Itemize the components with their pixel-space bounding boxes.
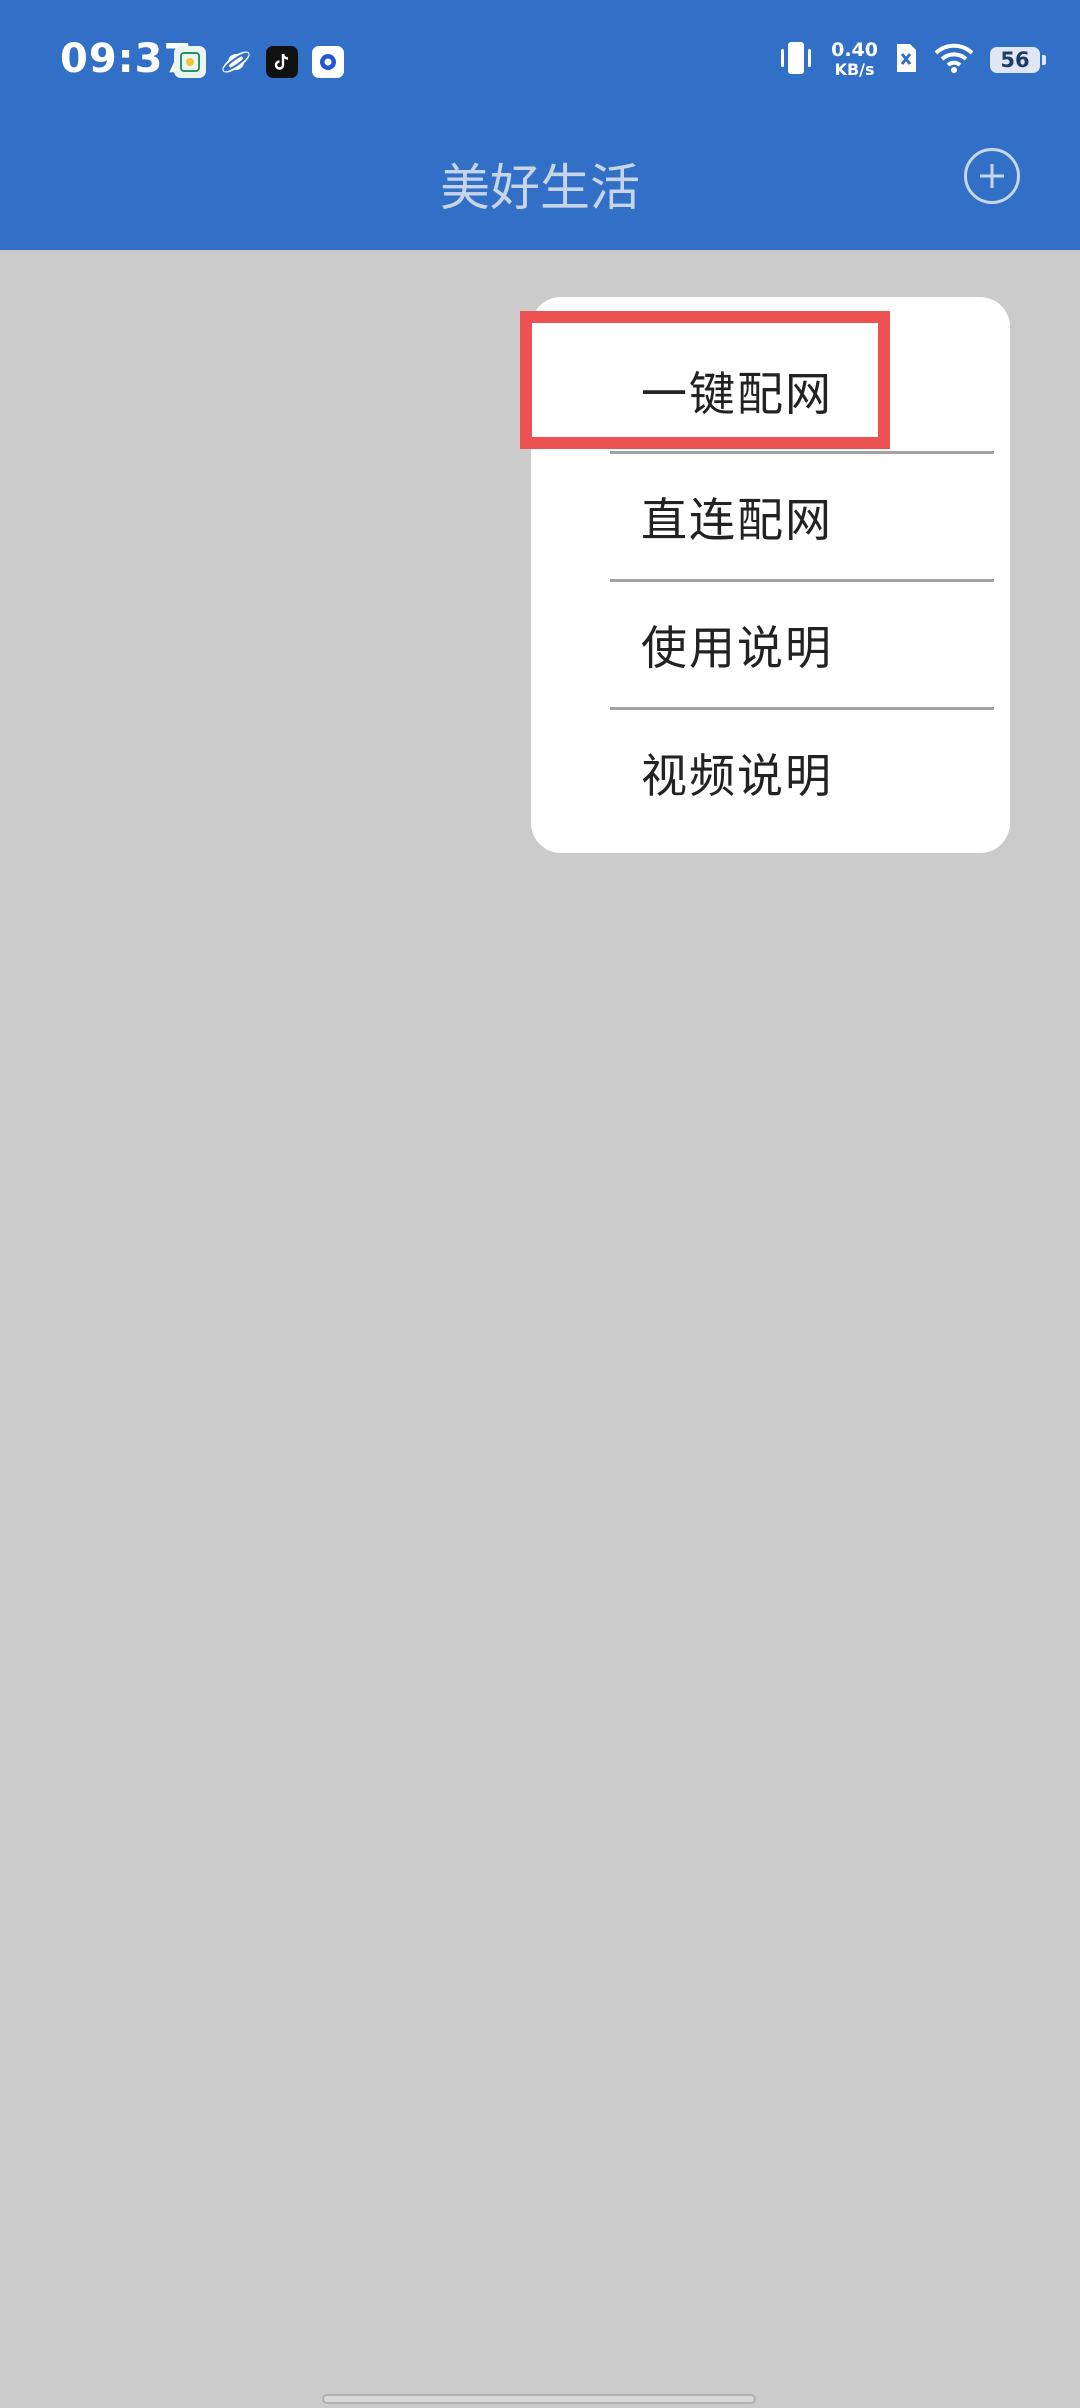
camera-app-icon: [312, 46, 344, 78]
menu-item-video-guide[interactable]: 视频说明: [531, 709, 1010, 837]
no-sim-icon: [894, 42, 918, 78]
tiktok-icon: [266, 46, 298, 78]
wifi-icon: [934, 42, 974, 78]
photo-app-icon: [174, 46, 206, 78]
network-speed-unit: KB/s: [834, 60, 875, 79]
app-bar: 09:37 0.40 KB/s 56 美好生活: [0, 0, 1080, 250]
plus-circle-icon: [980, 164, 1004, 188]
screen: 09:37 0.40 KB/s 56 美好生活 一键配网 直连配网 使用说明 视…: [0, 0, 1080, 2408]
page-title: 美好生活: [440, 159, 640, 217]
highlight-box: [520, 311, 890, 449]
menu-item-label: 直连配网: [641, 493, 833, 547]
planet-app-icon: [220, 46, 252, 78]
status-right-group: 0.40 KB/s 56: [777, 39, 1046, 80]
vibrate-icon: [777, 40, 815, 80]
menu-item-direct-config[interactable]: 直连配网: [531, 453, 1010, 581]
network-speed-value: 0.40: [831, 39, 878, 61]
status-time: 09:37: [60, 36, 193, 82]
network-speed: 0.40 KB/s: [831, 39, 878, 80]
menu-item-instructions[interactable]: 使用说明: [531, 581, 1010, 709]
home-indicator[interactable]: [322, 2394, 756, 2404]
battery-icon: 56: [990, 47, 1046, 73]
notification-icons: [174, 46, 344, 78]
menu-item-label: 使用说明: [641, 621, 833, 675]
add-button[interactable]: [964, 148, 1020, 204]
status-bar: 09:37 0.40 KB/s 56: [0, 0, 1080, 128]
menu-item-label: 视频说明: [641, 749, 833, 803]
